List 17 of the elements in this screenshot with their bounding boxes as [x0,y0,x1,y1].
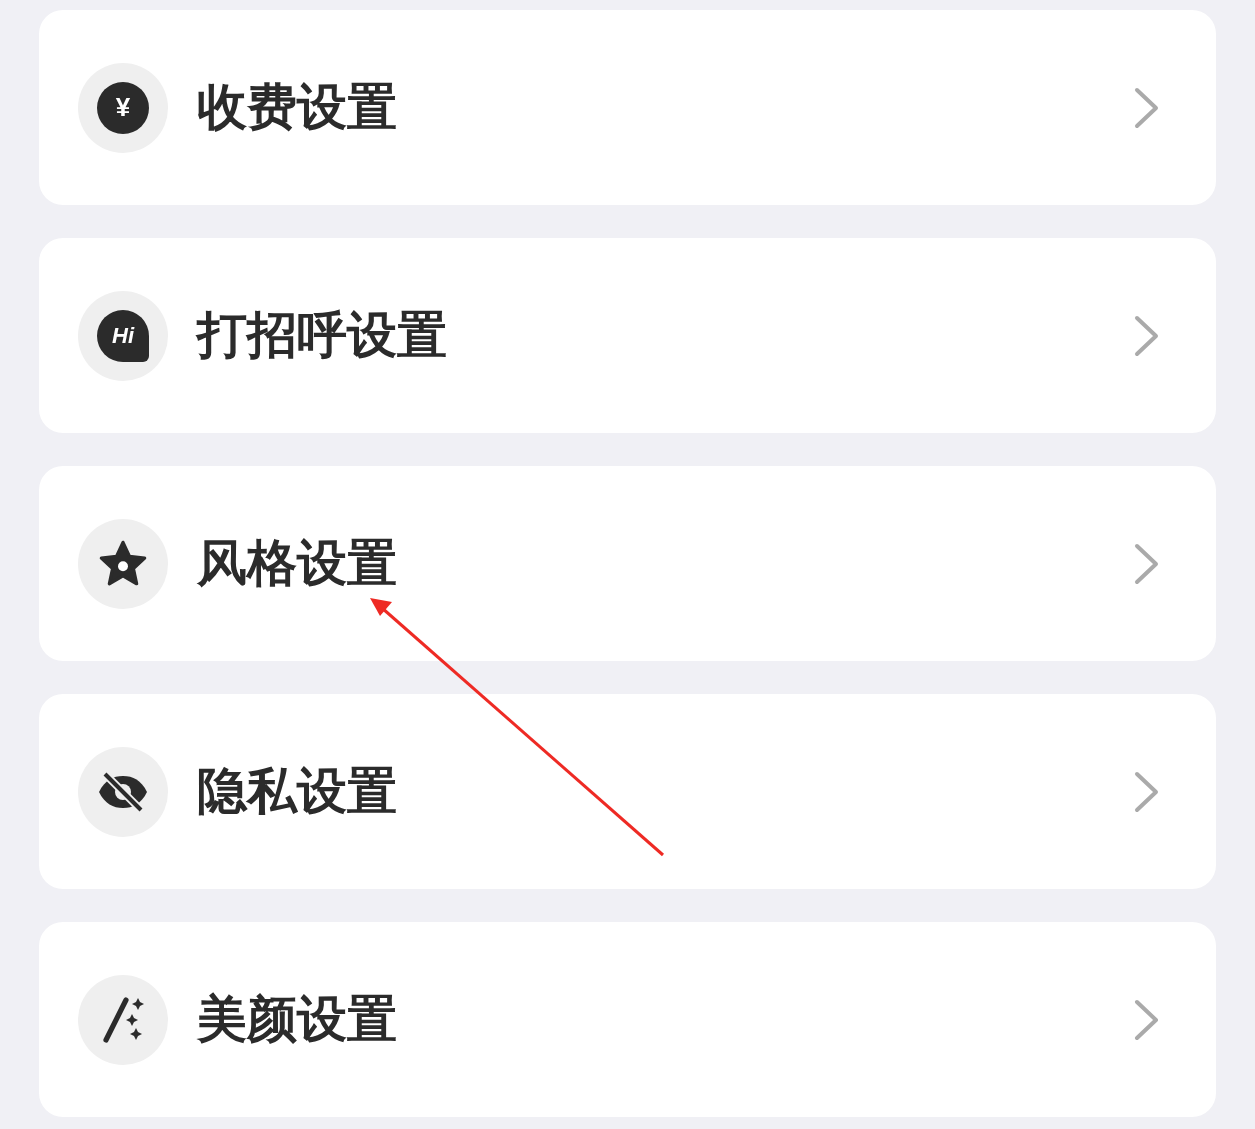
chevron-right-icon [1134,86,1160,129]
settings-row[interactable]: Hi 打招呼设置 [39,238,1216,433]
settings-label: 美颜设置 [197,990,398,1049]
settings-row[interactable]: 隐私设置 [39,694,1216,889]
settings-label: 收费设置 [197,78,398,137]
settings-label: 隐私设置 [197,762,398,821]
chevron-right-icon [1134,770,1160,813]
settings-label: 打招呼设置 [197,306,448,365]
settings-row[interactable]: 美颜设置 [39,922,1216,1117]
settings-row[interactable]: ¥ 收费设置 [39,10,1216,205]
yen-icon: ¥ [97,81,149,134]
settings-row[interactable]: 风格设置 [39,466,1216,661]
settings-label: 风格设置 [197,534,398,593]
chevron-right-icon [1134,314,1160,357]
chevron-right-icon [1134,542,1160,585]
chevron-right-icon [1134,998,1160,1041]
chat-bubble-icon: Hi [97,309,149,362]
